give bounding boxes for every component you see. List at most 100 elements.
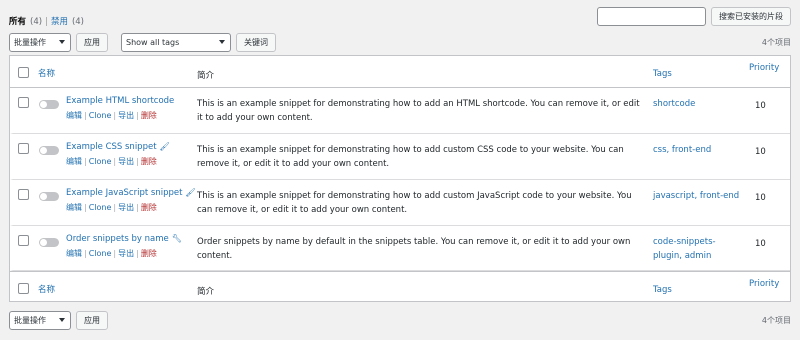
apply-button[interactable]: 应用	[76, 33, 108, 52]
column-name-footer[interactable]: 名称	[38, 283, 55, 295]
snippets-table: 名称 简介 Tags Priority Example HTML shortco…	[9, 55, 791, 302]
table-header: 名称 简介 Tags Priority	[10, 56, 790, 88]
column-priority-header[interactable]: Priority	[749, 63, 779, 73]
filter-disabled-link[interactable]: 禁用	[51, 17, 68, 27]
filter-separator: |	[45, 17, 48, 27]
snippet-tags[interactable]: css, front-end	[653, 143, 743, 157]
clone-link[interactable]: Clone	[89, 157, 112, 166]
edit-link[interactable]: 编辑	[66, 249, 82, 258]
column-tags-footer[interactable]: Tags	[653, 285, 672, 295]
edit-link[interactable]: 编辑	[66, 157, 82, 166]
action-separator: |	[113, 111, 117, 120]
snippet-name: Order snippets by name	[66, 234, 169, 244]
action-separator: |	[136, 157, 139, 166]
column-priority-footer[interactable]: Priority	[749, 279, 779, 289]
search-input[interactable]	[597, 7, 706, 26]
wrench-icon: 🔧︎	[171, 234, 182, 243]
action-separator: |	[113, 249, 117, 258]
tablenav-bottom: 批量操作 应用 4个项目	[9, 311, 791, 330]
delete-link[interactable]: 删除	[141, 249, 157, 258]
snippet-name-link[interactable]: Example CSS snippet 🖌︎	[66, 142, 170, 152]
column-description-header: 简介	[197, 71, 215, 81]
paintbrush-icon: 🖌︎	[159, 142, 170, 151]
snippet-name: Example CSS snippet	[66, 142, 157, 152]
export-link[interactable]: 导出	[118, 249, 134, 258]
action-separator: |	[136, 111, 139, 120]
snippet-tags[interactable]: code-snippets-plugin, admin	[653, 235, 743, 263]
filter-all-link[interactable]: 所有	[9, 17, 26, 27]
row-actions: 编辑 | Clone | 导出 | 删除	[66, 202, 157, 213]
row-checkbox[interactable]	[18, 235, 29, 246]
column-description-footer: 简介	[197, 287, 215, 297]
action-separator: |	[136, 203, 139, 212]
row-checkbox[interactable]	[18, 189, 29, 200]
search-button[interactable]: 搜索已安装的片段	[711, 7, 791, 26]
items-count-bottom: 4个项目	[761, 316, 791, 325]
action-separator: |	[136, 249, 139, 258]
action-separator: |	[84, 111, 87, 120]
chevron-down-icon	[219, 40, 225, 44]
action-separator: |	[84, 249, 87, 258]
edit-link[interactable]: 编辑	[66, 203, 82, 212]
filter-all-count: (4)	[30, 17, 43, 27]
apply-button-bottom[interactable]: 应用	[76, 311, 108, 330]
row-actions: 编辑 | Clone | 导出 | 删除	[66, 248, 157, 259]
table-row: Example CSS snippet 🖌︎ 编辑 | Clone | 导出 | 删除 Thi…	[10, 134, 790, 180]
column-tags-header[interactable]: Tags	[653, 69, 672, 79]
clone-link[interactable]: Clone	[89, 203, 112, 212]
delete-link[interactable]: 删除	[141, 157, 157, 166]
action-separator: |	[113, 157, 117, 166]
action-separator: |	[113, 203, 117, 212]
tags-filter-select[interactable]: Show all tags	[121, 33, 231, 52]
row-checkbox[interactable]	[18, 97, 29, 108]
clone-link[interactable]: Clone	[89, 111, 112, 120]
clone-link[interactable]: Clone	[89, 249, 112, 258]
items-count: 4个项目	[761, 38, 791, 47]
activate-toggle[interactable]	[39, 192, 59, 201]
snippet-name-link[interactable]: Example HTML shortcode	[66, 96, 174, 106]
row-checkbox[interactable]	[18, 143, 29, 154]
snippet-name-link[interactable]: Example JavaScript snippet 🖌︎	[66, 188, 196, 198]
action-separator: |	[84, 157, 87, 166]
bulk-action-value: 批量操作	[14, 38, 46, 47]
table-row: Example JavaScript snippet 🖌︎ 编辑 | Clone | 导出…	[10, 180, 790, 226]
snippet-name-link[interactable]: Order snippets by name 🔧︎	[66, 234, 182, 244]
tablenav-top: 批量操作 应用 Show all tags 关键词 4个项目	[9, 33, 791, 52]
row-actions: 编辑 | Clone | 导出 | 删除	[66, 156, 157, 167]
chevron-down-icon	[59, 318, 65, 322]
select-all-checkbox[interactable]	[18, 67, 29, 78]
chevron-down-icon	[59, 40, 65, 44]
snippet-priority: 10	[755, 193, 766, 203]
column-name-header[interactable]: 名称	[38, 67, 55, 79]
snippet-tags[interactable]: shortcode	[653, 97, 743, 111]
table-footer: 名称 简介 Tags Priority	[10, 271, 790, 302]
filter-button[interactable]: 关键词	[236, 33, 276, 52]
table-row: Order snippets by name 🔧︎ 编辑 | Clone | 导出 | 删除 …	[10, 226, 790, 271]
edit-link[interactable]: 编辑	[66, 111, 82, 120]
snippet-priority: 10	[755, 147, 766, 157]
snippet-description: This is an example snippet for demonstra…	[197, 191, 632, 215]
snippet-priority: 10	[755, 239, 766, 249]
tags-filter-value: Show all tags	[126, 38, 180, 47]
bulk-action-select[interactable]: 批量操作	[9, 33, 71, 52]
search-box: 搜索已安装的片段	[597, 7, 791, 26]
row-actions: 编辑 | Clone | 导出 | 删除	[66, 110, 157, 121]
filter-disabled-count: (4)	[71, 17, 84, 27]
export-link[interactable]: 导出	[118, 157, 134, 166]
activate-toggle[interactable]	[39, 146, 59, 155]
select-all-checkbox-footer[interactable]	[18, 283, 29, 294]
export-link[interactable]: 导出	[118, 203, 134, 212]
delete-link[interactable]: 删除	[141, 203, 157, 212]
status-filter-links: 所有 (4) | 禁用 (4)	[9, 15, 84, 27]
snippet-description: This is an example snippet for demonstra…	[197, 145, 624, 169]
snippet-name: Example HTML shortcode	[66, 96, 175, 106]
activate-toggle[interactable]	[39, 238, 59, 247]
activate-toggle[interactable]	[39, 100, 59, 109]
export-link[interactable]: 导出	[118, 111, 134, 120]
snippet-tags[interactable]: javascript, front-end	[653, 189, 743, 203]
delete-link[interactable]: 删除	[141, 111, 157, 120]
snippet-description: This is an example snippet for demonstra…	[197, 99, 640, 123]
bulk-action-select-bottom[interactable]: 批量操作	[9, 311, 71, 330]
snippet-description: Order snippets by name by default in the…	[197, 237, 631, 261]
snippet-name: Example JavaScript snippet	[66, 188, 183, 198]
